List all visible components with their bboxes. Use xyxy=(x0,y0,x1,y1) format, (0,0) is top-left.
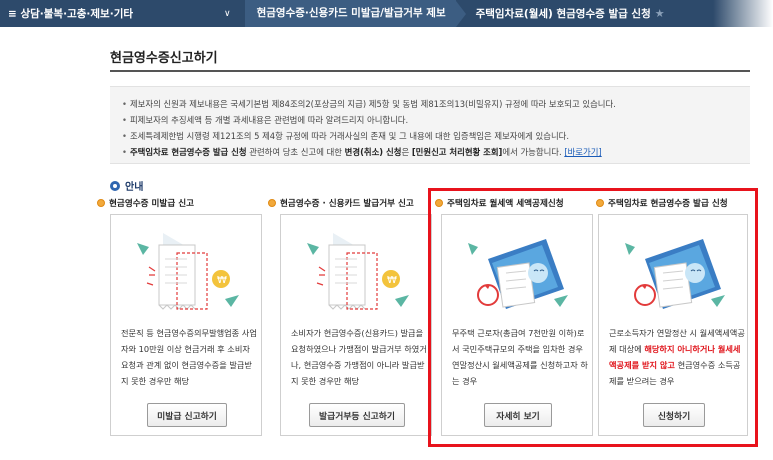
svg-text:₩: ₩ xyxy=(217,275,227,286)
page-title: 현금영수증신고하기 xyxy=(110,51,218,66)
notice-bold: 변경(취소) 신청 xyxy=(344,147,402,157)
card-box: ₩ 소비자가 현금영수증(신용카드) 발급을 요청하였으나 가맹점이 발급거부 … xyxy=(280,214,432,436)
card-description: 전문직 등 현금영수증의무발행업종 사업자와 10만원 이상 현금거래 후 소비… xyxy=(121,328,257,386)
nav-menu-category[interactable]: ≡ 상담·불복·고충·제보·기타 xyxy=(0,6,224,21)
card-title: 현금영수증 · 신용카드 발급거부 신고 xyxy=(280,199,414,209)
shortcut-link[interactable]: [바로가기] xyxy=(564,147,601,157)
guide-label: 안내 xyxy=(125,182,144,193)
card-box: ₩ 전문직 등 현금영수증의무발행업종 사업자와 10만원 이상 현금거래 후 … xyxy=(110,214,262,436)
chevron-down-icon[interactable]: ∨ xyxy=(224,9,231,19)
notice-bold: [민원신고 처리현황 조회] xyxy=(411,147,503,157)
receipt-illustration-icon: ₩ xyxy=(137,233,239,310)
card-title: 현금영수증 미발급 신고 xyxy=(109,199,195,209)
orange-bullet-icon xyxy=(97,199,105,207)
nav-fade xyxy=(713,0,773,27)
card-unissued-report: 현금영수증 미발급 신고 ₩ 전문직 등 현금영수증의무발행업종 사업자와 10… xyxy=(97,195,262,436)
orange-bullet-icon xyxy=(268,199,276,207)
notice-text: 은 xyxy=(401,147,412,157)
unissued-report-button[interactable]: 미발급 신고하기 xyxy=(147,403,227,427)
red-highlight-frame xyxy=(428,188,758,447)
info-dot-icon xyxy=(110,180,120,191)
top-nav-bar: ≡ 상담·불복·고충·제보·기타 ∨ 현금영수증·신용카드 미발급/발급거부 제… xyxy=(0,0,773,27)
notice-line: 조세특례제한법 시행령 제121조의 5 제4항 규정에 따라 거래사실의 존재… xyxy=(122,128,740,144)
breadcrumb-current-page: 주택임차료(월세) 현금영수증 발급 신청 xyxy=(475,8,651,20)
notice-text: 관련하여 당초 신고에 대한 xyxy=(246,147,345,157)
notice-line: 주택임차료 현금영수증 발급 신청 관련하여 당초 신고에 대한 변경(취소) … xyxy=(122,144,740,160)
breadcrumb-separator xyxy=(455,0,466,27)
notice-bold: 주택임차료 현금영수증 발급 신청 xyxy=(129,147,247,157)
card-header: 현금영수증 · 신용카드 발급거부 신고 xyxy=(268,195,433,211)
refusal-report-button[interactable]: 발급거부등 신고하기 xyxy=(309,403,405,427)
guide-heading: 안내 xyxy=(110,178,143,193)
card-refusal-report: 현금영수증 · 신용카드 발급거부 신고 ₩ 소비자가 현금영수증(신용카드) … xyxy=(268,195,433,436)
breadcrumb-cash-receipt-report[interactable]: 현금영수증·신용카드 미발급/발급거부 제보 xyxy=(244,0,456,27)
notice-box: 제보자의 신원과 제보내용은 국세기본법 제84조의2(포상금의 지급) 제5항… xyxy=(110,86,750,164)
notice-text: 에서 가능합니다. xyxy=(502,147,565,157)
svg-text:₩: ₩ xyxy=(387,275,397,286)
receipt-illustration-icon: ₩ xyxy=(307,233,409,310)
card-description: 소비자가 현금영수증(신용카드) 발급을 요청하였으나 가맹점이 발급거부 하였… xyxy=(291,328,427,386)
notice-line: 제보자의 신원과 제보내용은 국세기본법 제84조의2(포상금의 지급) 제5항… xyxy=(122,96,740,112)
star-icon[interactable]: ★ xyxy=(655,7,665,20)
notice-line: 피제보자의 추징세액 등 개별 과세내용은 관련법에 따라 알려드리지 아니합니… xyxy=(122,112,740,128)
title-divider xyxy=(110,70,750,72)
card-header: 현금영수증 미발급 신고 xyxy=(97,195,262,211)
